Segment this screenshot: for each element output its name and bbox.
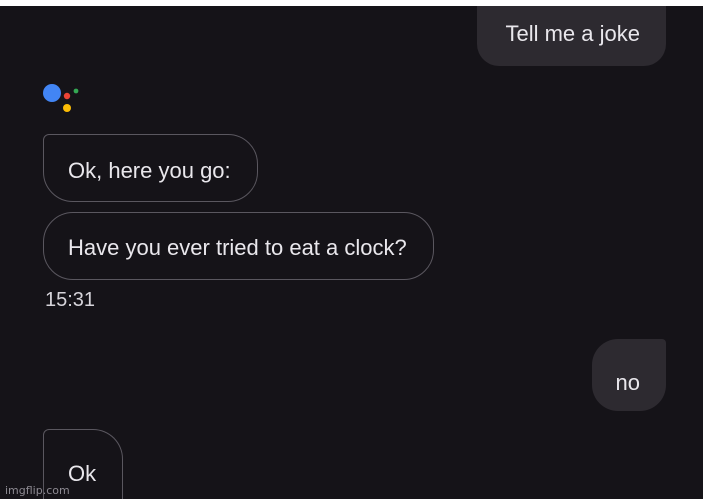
user-message-bubble: no: [591, 339, 666, 411]
google-assistant-logo-icon: [43, 84, 79, 112]
assistant-message-bubble: Have you ever tried to eat a clock?: [43, 212, 434, 280]
chat-screen: Tell me a joke Ok, here you go: Have you…: [0, 6, 703, 499]
user-message-bubble: Tell me a joke: [477, 6, 666, 66]
message-text: Tell me a joke: [505, 21, 640, 46]
message-text: no: [615, 370, 640, 395]
message-timestamp: 15:31: [45, 289, 96, 311]
message-text: Ok: [68, 461, 97, 486]
assistant-message-bubble: Ok, here you go:: [43, 134, 258, 202]
watermark: imgflip.com: [5, 484, 70, 497]
message-text: Have you ever tried to eat a clock?: [68, 235, 407, 260]
message-text: Ok, here you go:: [68, 158, 231, 183]
